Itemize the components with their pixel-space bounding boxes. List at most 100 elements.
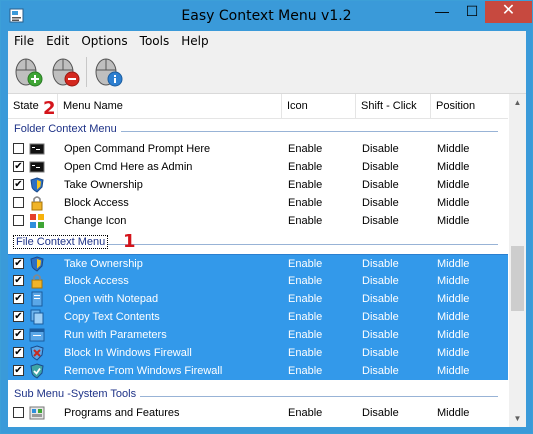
group-folder-context-menu[interactable]: Folder Context Menu [8,121,508,139]
menu-name-cell: Change Icon [64,215,127,227]
app-window: Easy Context Menu v1.2 — ☐ ✕ File Edit Opt… [0,0,533,434]
vertical-scrollbar[interactable]: ▲ ▼ [509,94,526,427]
group-label: Folder Context Menu [14,123,121,135]
minimize-button[interactable]: — [428,1,456,23]
mouse-add-icon[interactable] [12,56,44,88]
icon-state-cell: Enable [288,143,323,155]
annotation-one: 1 [123,231,136,252]
state-checkbox[interactable]: ✔ [13,365,24,376]
scroll-up-arrow[interactable]: ▲ [509,94,526,111]
shift-click-cell: Disable [362,311,399,323]
toolbar-separator [86,57,87,87]
state-checkbox[interactable]: ✔ [13,347,24,358]
table-row[interactable]: ✔ Take Ownership Enable Disable Middle [8,176,508,194]
table-row[interactable]: ✔ Run with Parameters Enable Disable Middle [8,326,508,344]
menu-name-cell: Take Ownership [64,258,143,270]
menu-name-cell: Run with Parameters [64,329,167,341]
position-cell: Middle [437,347,470,359]
position-cell: Middle [437,143,470,155]
shift-click-cell: Disable [362,365,399,377]
state-checkbox[interactable] [13,407,24,418]
menu-name-cell: Programs and Features [64,407,180,419]
menu-options[interactable]: Options [75,31,133,48]
scroll-thumb[interactable] [511,246,524,311]
shift-click-cell: Disable [362,179,399,191]
menu-name-cell: Copy Text Contents [64,311,160,323]
programs-icon [29,406,45,420]
icon-state-cell: Enable [288,311,323,323]
change-icon-icon [30,214,44,228]
icon-state-cell: Enable [288,197,323,209]
state-checkbox[interactable] [13,143,24,154]
shift-click-cell: Disable [362,407,399,419]
state-checkbox[interactable]: ✔ [13,258,24,269]
toolbar [8,51,526,94]
table-row[interactable]: ✔ Open with Notepad Enable Disable Middle [8,290,508,308]
column-menu-name[interactable]: Menu Name [58,94,282,118]
table-row[interactable]: Open Command Prompt Here Enable Disable Mid… [8,140,508,158]
copy-icon [30,309,44,325]
state-checkbox[interactable] [13,197,24,208]
table-row[interactable]: ✔ Open Cmd Here as Admin Enable Disable Midd… [8,158,508,176]
list-header: State Menu Name Icon Shift - Click Posit… [8,94,508,119]
shift-click-cell: Disable [362,275,399,287]
context-menu-list[interactable]: State Menu Name Icon Shift - Click Posit… [8,94,526,427]
table-row[interactable]: ✔ Block In Windows Firewall Enable Disable M… [8,344,508,362]
shift-click-cell: Disable [362,143,399,155]
column-position[interactable]: Position [431,94,508,118]
menu-help[interactable]: Help [175,31,214,48]
state-checkbox[interactable]: ✔ [13,275,24,286]
icon-state-cell: Enable [288,258,323,270]
position-cell: Middle [437,179,470,191]
icon-state-cell: Enable [288,161,323,173]
menu-edit[interactable]: Edit [40,31,75,48]
table-row[interactable]: Programs and Features Enable Disable Middle [8,404,508,422]
console-icon [29,143,45,155]
table-row[interactable]: Change Icon Enable Disable Middle [8,212,508,230]
close-button[interactable]: ✕ [485,1,532,23]
maximize-button[interactable]: ☐ [458,1,486,23]
state-checkbox[interactable]: ✔ [13,329,24,340]
title-bar[interactable]: Easy Context Menu v1.2 — ☐ ✕ [1,1,532,31]
position-cell: Middle [437,215,470,227]
table-row[interactable]: ✔ Copy Text Contents Enable Disable Middle [8,308,508,326]
group-file-context-menu[interactable]: File Context Menu [8,234,508,252]
state-checkbox[interactable]: ✔ [13,311,24,322]
position-cell: Middle [437,197,470,209]
mouse-info-icon[interactable] [92,56,124,88]
mouse-remove-icon[interactable] [49,56,81,88]
menu-name-cell: Open with Notepad [64,293,159,305]
menu-tools[interactable]: Tools [134,31,176,48]
table-row[interactable]: ✔ Remove From Windows Firewall Enable Disab… [8,362,508,380]
position-cell: Middle [437,258,470,270]
position-cell: Middle [437,329,470,341]
table-row[interactable]: Block Access Enable Disable Middle [8,194,508,212]
position-cell: Middle [437,161,470,173]
group-label: File Context Menu [13,235,109,249]
column-shift-click[interactable]: Shift - Click [356,94,431,118]
shift-click-cell: Disable [362,347,399,359]
firewall-remove-icon [30,363,44,379]
menu-bar: File Edit Options Tools Help [8,31,526,51]
shift-click-cell: Disable [362,258,399,270]
state-checkbox[interactable]: ✔ [13,161,24,172]
menu-file[interactable]: File [8,31,40,48]
group-label: Sub Menu -System Tools [14,388,141,400]
column-icon[interactable]: Icon [282,94,356,118]
table-row[interactable]: ✔ Take Ownership Enable Disable Middle [8,254,508,273]
lock-icon [31,196,43,211]
table-row[interactable]: ✔ Block Access Enable Disable Middle [8,272,508,290]
icon-state-cell: Enable [288,347,323,359]
notepad-icon [31,291,43,307]
menu-name-cell: Remove From Windows Firewall [64,365,223,377]
state-checkbox[interactable]: ✔ [13,293,24,304]
console-icon [29,161,45,173]
scroll-down-arrow[interactable]: ▼ [509,410,526,427]
state-checkbox[interactable] [13,215,24,226]
icon-state-cell: Enable [288,407,323,419]
group-sub-menu-system-tools[interactable]: Sub Menu -System Tools [8,386,508,404]
icon-state-cell: Enable [288,329,323,341]
shift-click-cell: Disable [362,215,399,227]
position-cell: Middle [437,407,470,419]
state-checkbox[interactable]: ✔ [13,179,24,190]
